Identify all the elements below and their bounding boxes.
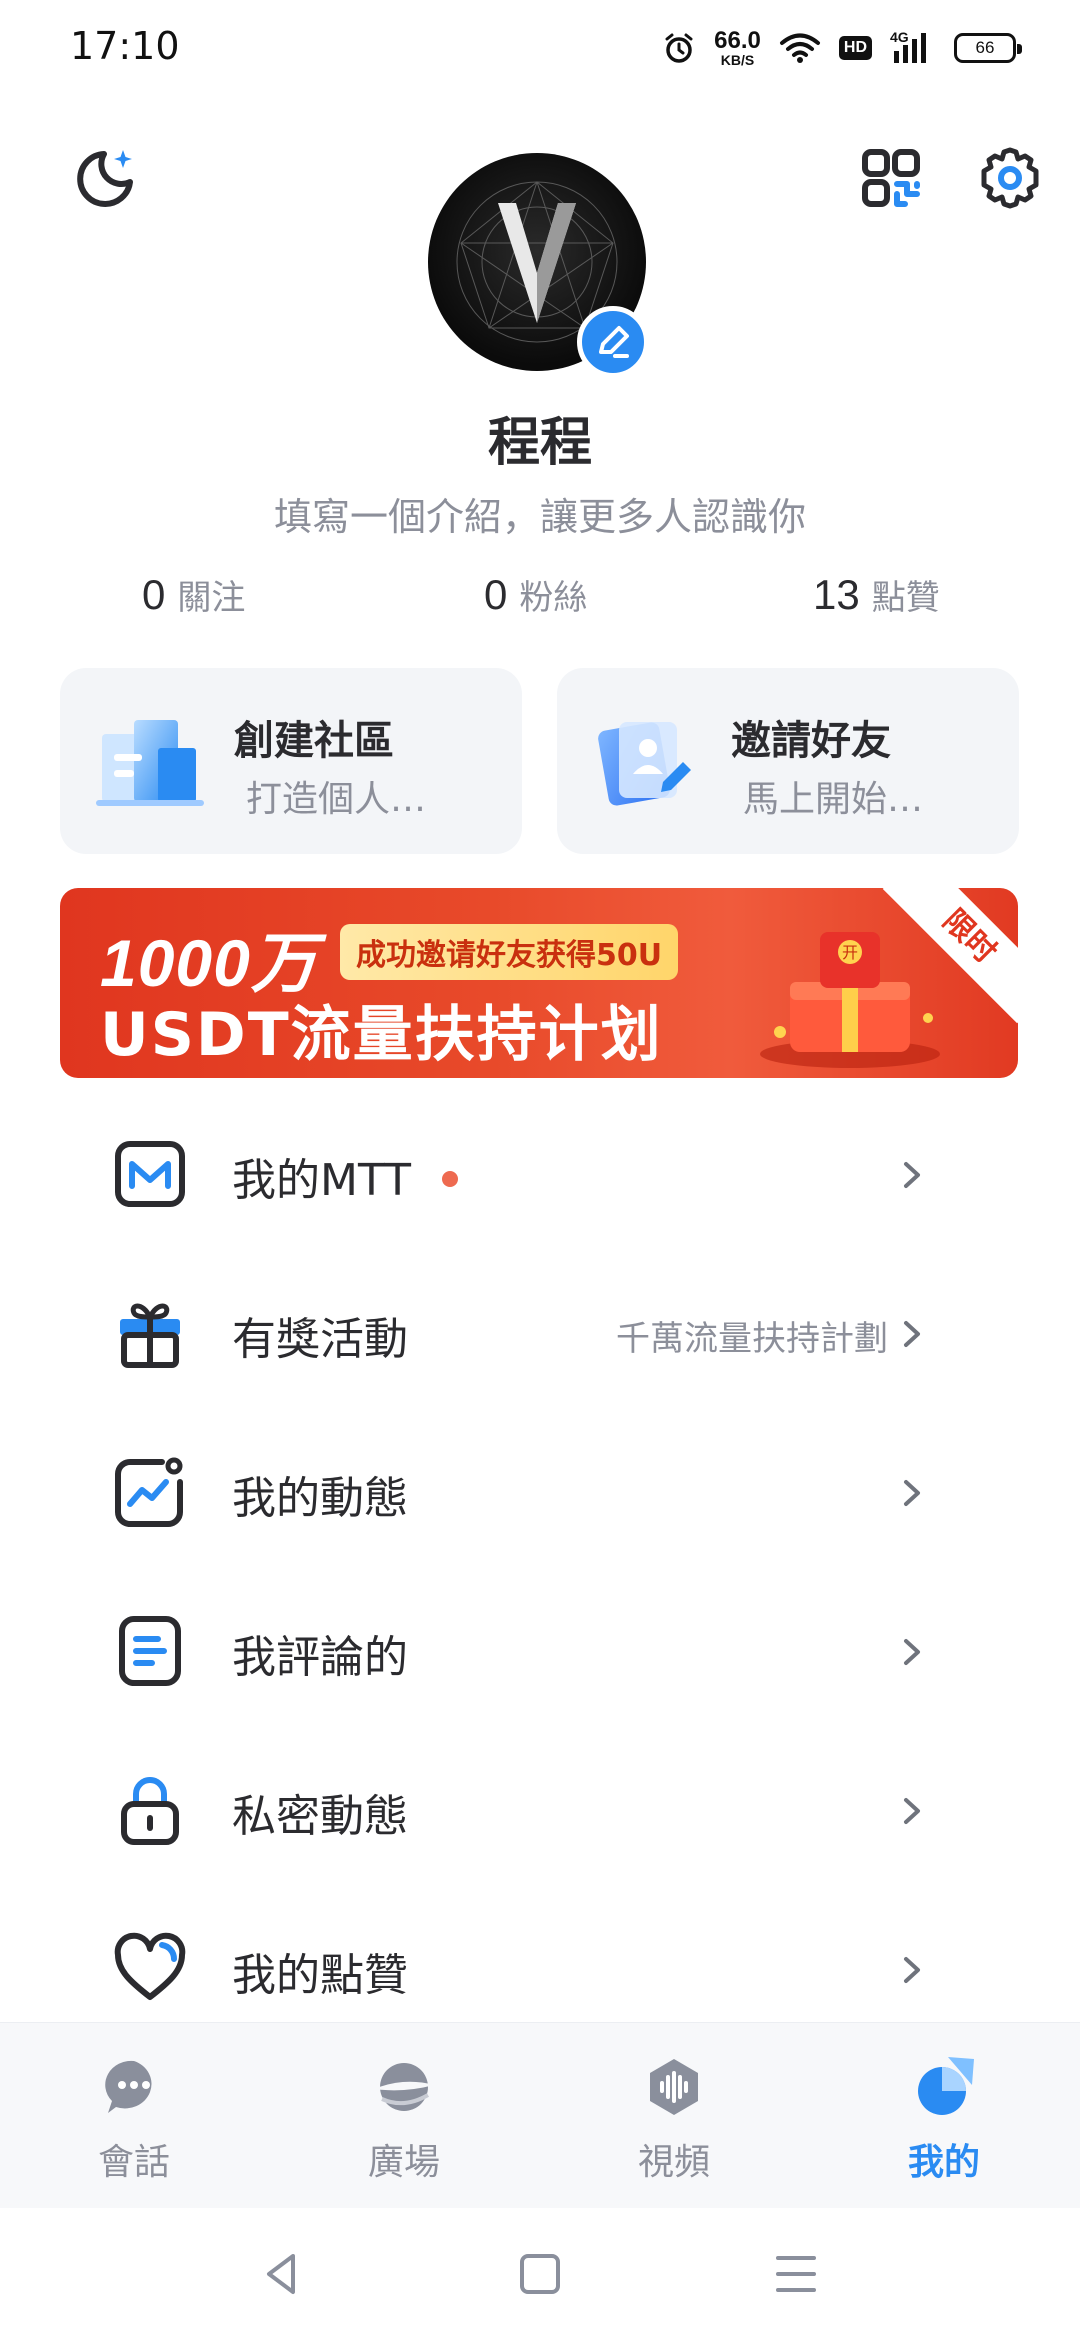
nav-label: 廣場: [367, 2142, 440, 2183]
hd-icon: HD: [838, 36, 872, 60]
video-icon: [650, 2059, 698, 2115]
system-navigation-bar: [0, 2208, 1080, 2340]
nav-tab-chats[interactable]: 會話: [34, 2023, 234, 2209]
qr-code-icon: [862, 149, 920, 207]
invite-friends-card[interactable]: 邀請好友 馬上開始…: [557, 668, 1019, 854]
chevron-right-icon: [904, 1480, 920, 1506]
gift-box-illustration: 开: [760, 932, 940, 1068]
menu-item-my-likes[interactable]: 我的點贊: [0, 1891, 1080, 2041]
menu-label: 我評論的: [232, 1632, 408, 1683]
moon-icon: [77, 150, 133, 207]
nav-tab-me[interactable]: 我的: [844, 2023, 1044, 2209]
fans-stat[interactable]: 0 粉絲: [484, 570, 587, 619]
building-icon: [96, 720, 204, 806]
promo-banner[interactable]: 1000万 成功邀请好友获得50U USDT流量扶持计划 开 限时: [60, 888, 1018, 1078]
profile-pie-icon: [918, 2057, 974, 2115]
night-mode-button[interactable]: [68, 142, 140, 214]
following-stat[interactable]: 0 關注: [142, 570, 245, 619]
menu-label: 有獎活動: [232, 1314, 408, 1365]
net-speed-unit: KB/S: [720, 52, 755, 68]
pencil-icon: [599, 326, 629, 358]
lock-icon: [121, 1777, 179, 1845]
gift-char: 开: [842, 943, 858, 962]
nav-tab-plaza[interactable]: 廣場: [304, 2023, 504, 2209]
invite-contact-icon: [598, 722, 691, 806]
likes-count: 13: [813, 571, 860, 618]
menu-item-private-posts[interactable]: 私密動態: [0, 1732, 1080, 1882]
menu-label: 我的MTT: [232, 1155, 411, 1206]
menu-label: 我的點贊: [232, 1950, 408, 2001]
menu-label: 私密動態: [232, 1791, 408, 1842]
battery-level: 66: [975, 38, 995, 57]
new-dot-indicator: [442, 1171, 458, 1187]
menu-label: 我的動態: [232, 1473, 408, 1524]
nav-label: 我的: [907, 2142, 980, 2183]
back-triangle-icon[interactable]: [255, 2246, 311, 2302]
invite-friends-title: 邀請好友: [731, 718, 891, 764]
chevron-right-icon: [904, 1798, 920, 1824]
qr-code-button[interactable]: [855, 142, 927, 214]
username: 程程: [487, 413, 592, 473]
banner-tag: 成功邀请好友获得50U: [340, 924, 679, 980]
nav-label: 視頻: [637, 2142, 710, 2183]
menu-hint: 千萬流量扶持計劃: [616, 1319, 888, 1359]
profile-stats: 0 關注 0 粉絲 13 點贊: [0, 570, 1080, 630]
status-icons: 66.0 KB/S HD 4G 66: [662, 26, 1022, 70]
net-speed: 66.0 KB/S: [714, 27, 761, 68]
likes-label: 點贊: [871, 578, 940, 618]
nav-tab-video[interactable]: 視頻: [574, 2023, 774, 2209]
menu-item-my-posts[interactable]: 我的動態: [0, 1414, 1080, 1564]
chevron-right-icon: [904, 1639, 920, 1665]
alarm-icon: [665, 33, 693, 63]
status-bar: 17:10 66.0 KB/S HD 4G 66: [0, 0, 1080, 100]
gear-icon: [981, 147, 1039, 209]
avatar-container[interactable]: [428, 153, 649, 378]
nav-label: 會話: [97, 2142, 170, 2183]
net-speed-value: 66.0: [714, 27, 761, 54]
edit-avatar-button[interactable]: [577, 306, 649, 378]
invite-friends-subtitle: 馬上開始…: [743, 779, 924, 820]
likes-stat[interactable]: 13 點贊: [813, 570, 940, 619]
chevron-right-icon: [904, 1957, 920, 1983]
chevron-right-icon: [904, 1321, 920, 1347]
fans-count: 0: [484, 571, 508, 618]
bottom-nav: 會話 廣場 視頻 我的: [0, 2022, 1080, 2208]
menu-item-rewards[interactable]: 有獎活動 千萬流量扶持計劃: [0, 1255, 1080, 1405]
home-square-icon[interactable]: [512, 2246, 568, 2302]
heart-icon: [114, 1932, 186, 2000]
battery-icon: 66: [954, 33, 1022, 63]
mtt-icon: [115, 1141, 185, 1207]
following-count: 0: [142, 571, 166, 618]
chat-icon: [105, 2060, 152, 2113]
bio-placeholder[interactable]: 填寫一個介紹，讓更多人認識你: [0, 486, 1080, 541]
status-time: 17:10: [70, 24, 180, 68]
gift-icon: [120, 1303, 180, 1368]
planet-icon: [374, 2063, 434, 2111]
menu-lines-icon[interactable]: [768, 2246, 824, 2302]
settings-button[interactable]: [974, 142, 1046, 214]
create-community-subtitle: 打造個人…: [246, 779, 427, 820]
menu-item-my-mtt[interactable]: 我的MTT: [0, 1096, 1080, 1246]
create-community-card[interactable]: 創建社區 打造個人…: [60, 668, 522, 854]
cellular-signal-icon: 4G: [890, 29, 936, 65]
following-label: 關注: [177, 578, 246, 618]
menu-item-my-comments[interactable]: 我評論的: [0, 1573, 1080, 1723]
wifi-icon: [779, 33, 820, 63]
chevron-right-icon: [904, 1162, 920, 1188]
document-list-icon: [119, 1616, 181, 1686]
trend-chart-icon: [115, 1457, 183, 1527]
create-community-title: 創建社區: [234, 718, 394, 764]
banner-subheadline: USDT流量扶持计划: [100, 1000, 663, 1070]
fans-label: 粉絲: [519, 578, 588, 618]
